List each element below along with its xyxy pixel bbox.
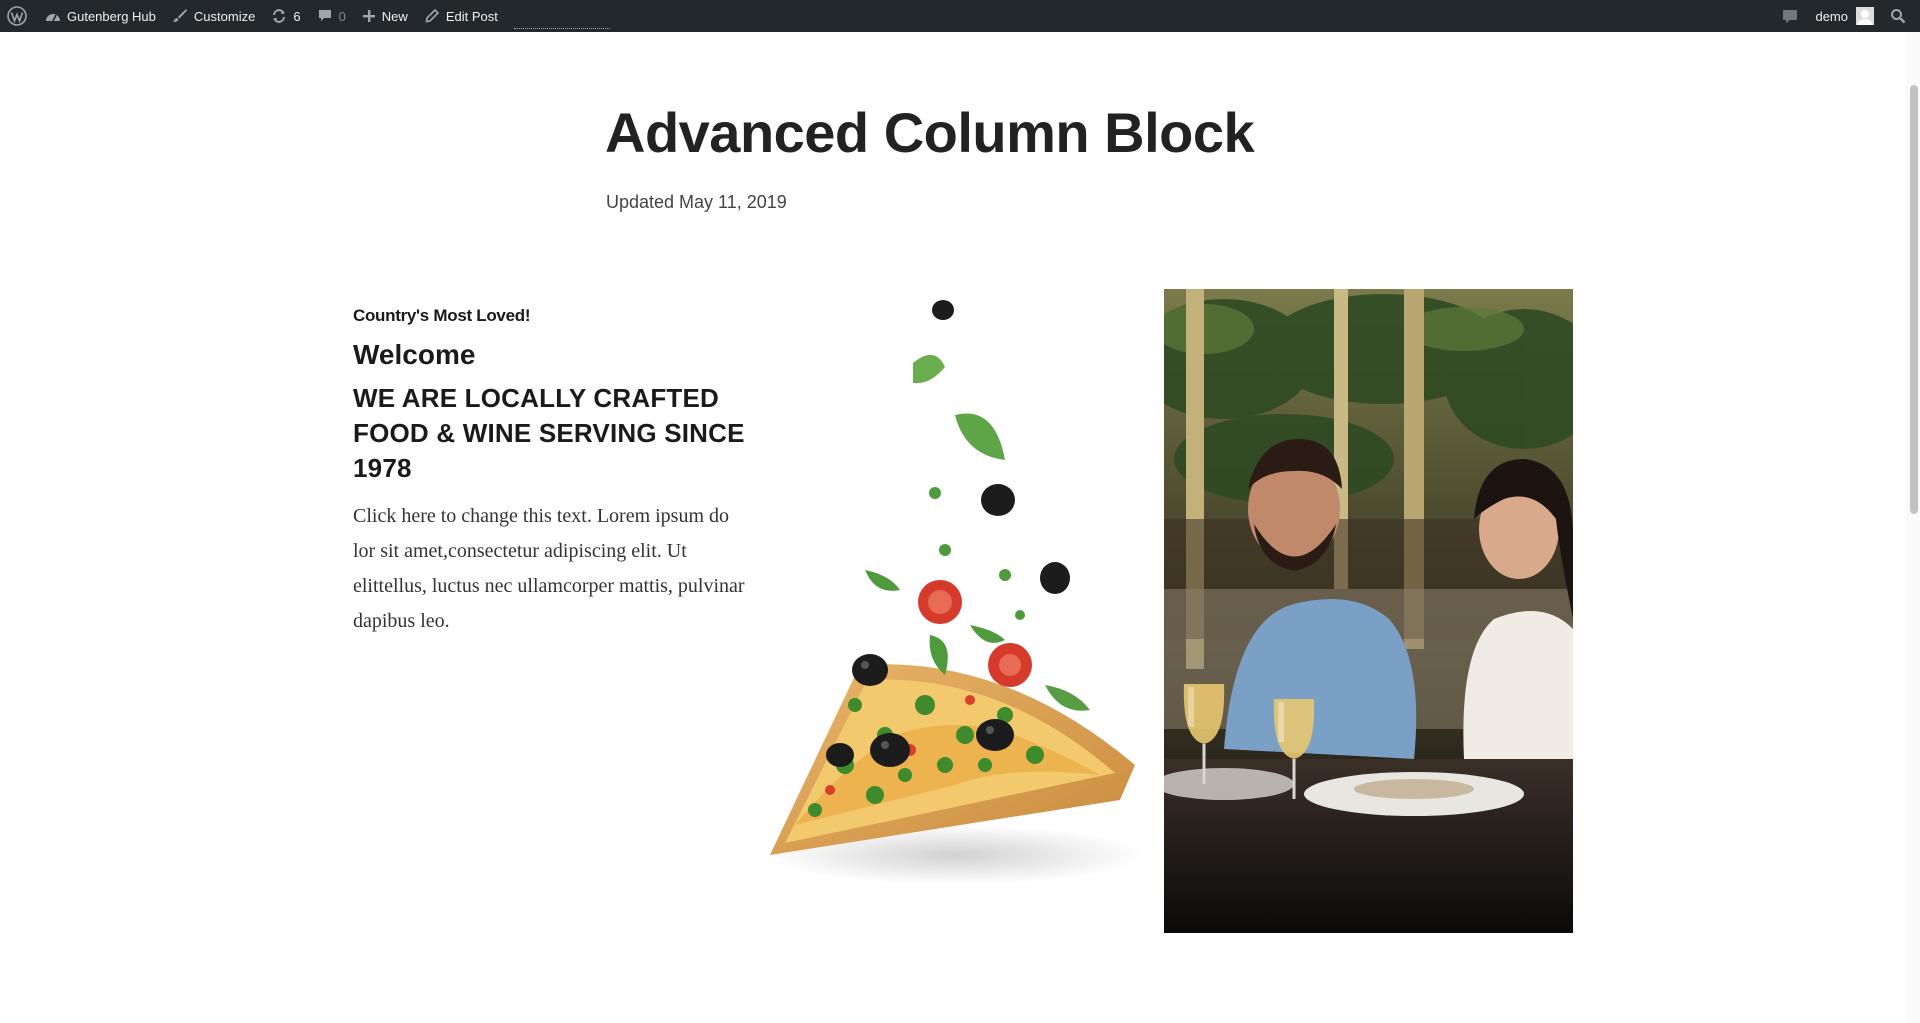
site-name-link[interactable]: Gutenberg Hub xyxy=(37,0,164,32)
customize-link[interactable]: Customize xyxy=(164,0,263,32)
page-title: Advanced Column Block xyxy=(605,101,1255,164)
search-icon xyxy=(1890,8,1906,24)
avatar xyxy=(1856,7,1874,25)
site-name-label: Gutenberg Hub xyxy=(67,8,156,24)
wordpress-menu[interactable] xyxy=(0,0,37,32)
my-account-menu[interactable]: demo xyxy=(1807,0,1882,32)
pencil-icon xyxy=(424,8,440,24)
new-content-link[interactable]: New xyxy=(354,0,416,32)
new-label: New xyxy=(381,8,408,24)
updates-icon xyxy=(271,8,287,24)
main-headline: WE ARE LOCALLY CRAFTED FOOD & WINE SERVI… xyxy=(353,383,745,483)
comment-icon xyxy=(317,8,333,24)
edit-post-label: Edit Post xyxy=(445,8,498,24)
search-button[interactable] xyxy=(1882,0,1914,32)
scrollbar-thumb[interactable] xyxy=(1910,85,1918,514)
page-scrollbar[interactable] xyxy=(1906,32,1920,1023)
dining-couple-photo xyxy=(1164,289,1573,933)
admin-bar-right: demo xyxy=(1773,0,1920,32)
notification-icon xyxy=(1781,8,1799,24)
admin-bar: Gutenberg Hub Customize 6 0 New Edit Pos… xyxy=(0,0,1920,32)
wordpress-icon xyxy=(7,6,27,26)
updates-link[interactable]: 6 xyxy=(263,0,308,32)
plus-icon xyxy=(362,9,376,23)
edit-post-link[interactable]: Edit Post xyxy=(416,0,506,32)
username-label: demo xyxy=(1815,8,1848,24)
post-updated-date: Updated May 11, 2019 xyxy=(606,192,787,212)
admin-bar-placeholder xyxy=(513,0,610,32)
comments-link[interactable]: 0 xyxy=(309,0,354,32)
customize-label: Customize xyxy=(193,8,256,24)
updates-count: 6 xyxy=(293,8,301,24)
text-column: Country's Most Loved! Welcome WE ARE LOC… xyxy=(353,306,753,639)
comments-count: 0 xyxy=(338,8,346,24)
welcome-heading: Welcome xyxy=(353,339,476,370)
dashboard-icon xyxy=(45,9,61,23)
notifications-button[interactable] xyxy=(1773,0,1807,32)
admin-bar-left: Gutenberg Hub Customize 6 0 New Edit Pos… xyxy=(0,0,610,32)
eyebrow-heading: Country's Most Loved! xyxy=(353,306,531,325)
body-paragraph: Click here to change this text. Lorem ip… xyxy=(353,505,745,632)
pizza-image xyxy=(755,295,1155,905)
brush-icon xyxy=(172,8,188,24)
